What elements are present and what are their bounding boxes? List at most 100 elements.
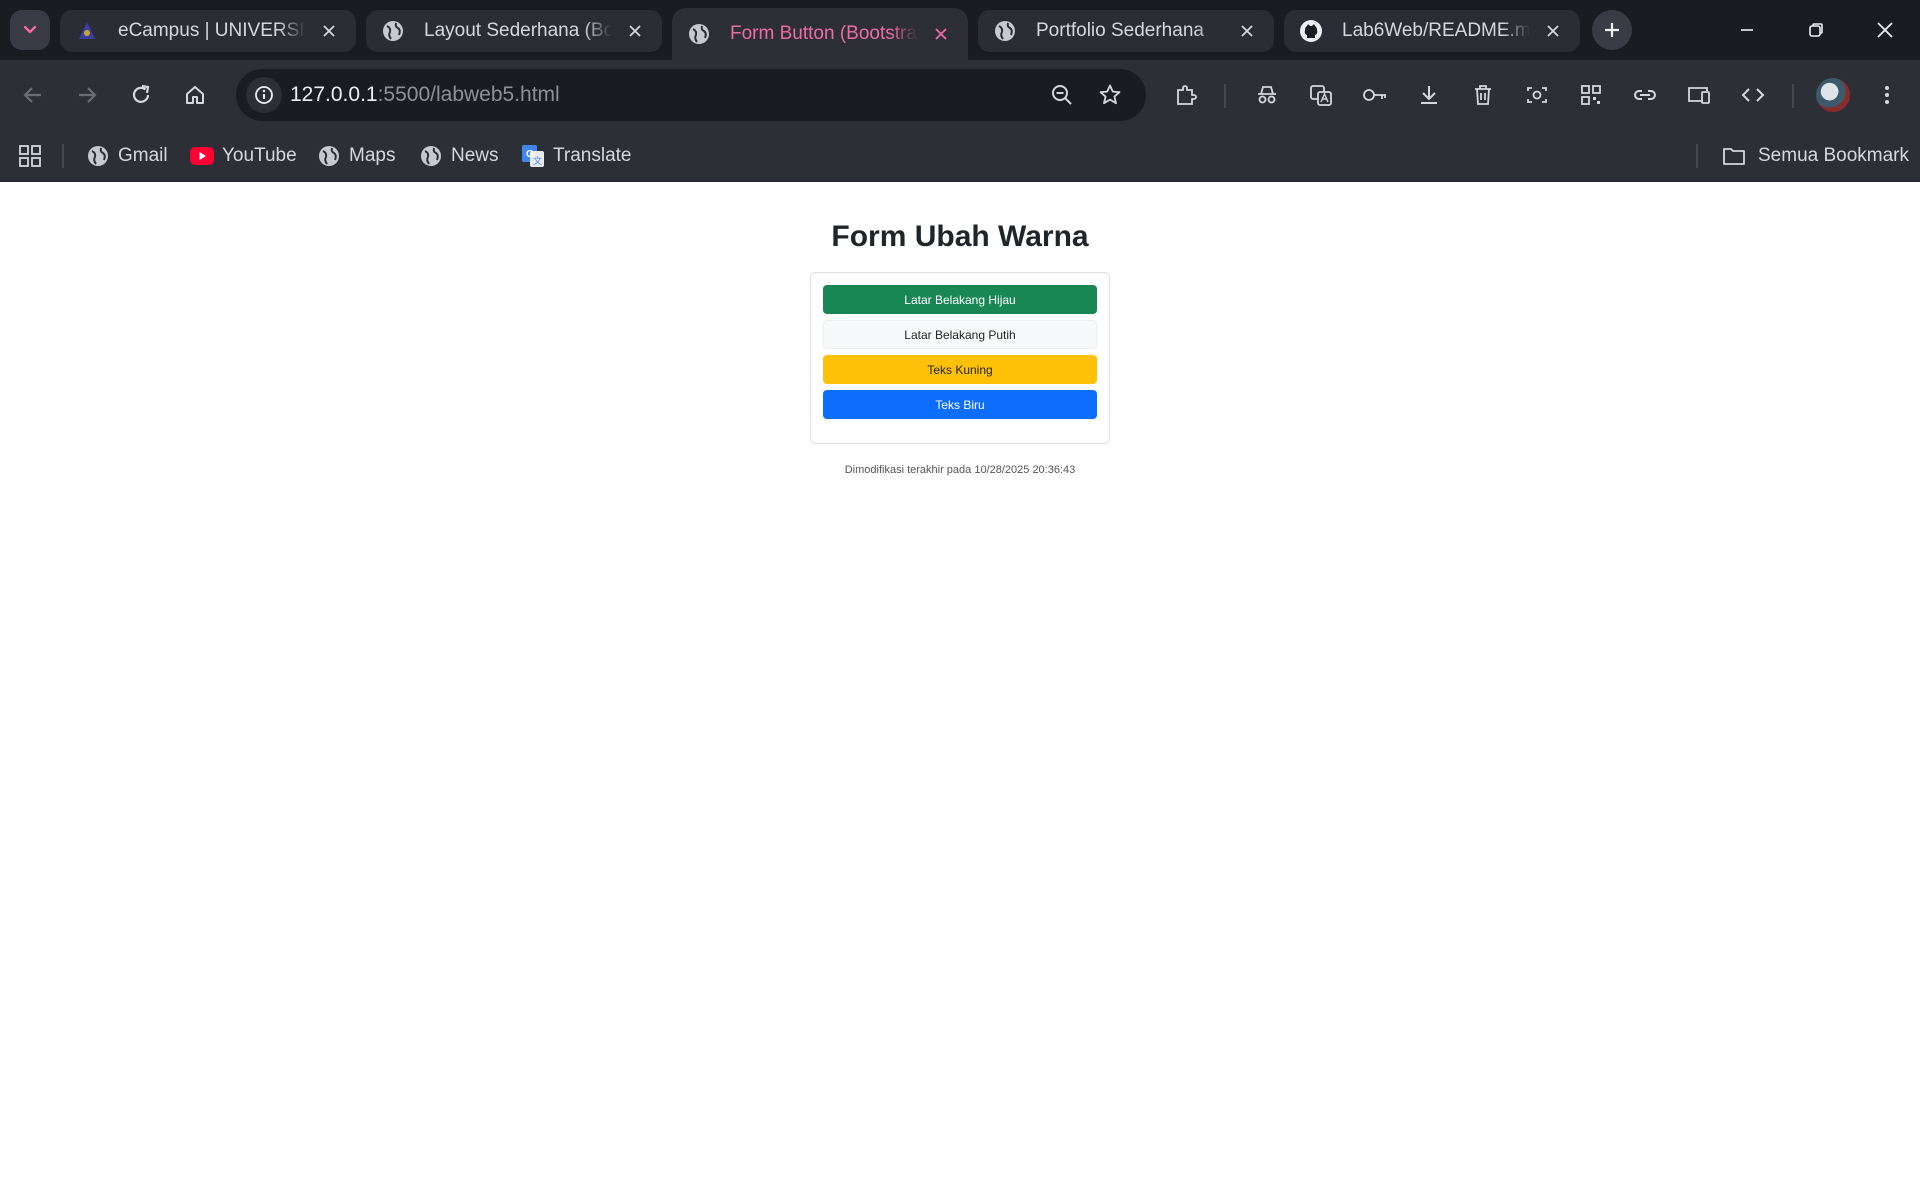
more-vertical-icon [1885,86,1889,104]
globe-icon [419,144,443,168]
globe-icon [992,18,1018,44]
minimize-button[interactable] [1724,10,1770,50]
apps-button[interactable] [18,142,42,170]
tab-form-button[interactable]: Form Button (Bootstrap) [672,8,968,60]
tab-strip: eCampus | UNIVERSITAS PELITA BANGSA Layo… [0,0,1920,60]
download-icon [1421,86,1437,104]
campus-logo-icon [74,18,100,44]
folder-icon [1722,144,1746,168]
translate-icon [1310,85,1332,106]
bookmark-label: Gmail [118,145,168,166]
incognito-icon [1258,86,1276,104]
tab-title: Portfolio Sederhana [1036,20,1204,41]
tab-title: Lab6Web/README.md at main [1342,20,1530,41]
tab-github-readme[interactable]: Lab6Web/README.md at main [1284,10,1580,52]
bookmark-label: Maps [349,145,396,166]
tab-portfolio[interactable]: Portfolio Sederhana [978,10,1274,52]
camera-icon [1527,87,1547,103]
screenshot-button[interactable] [1518,76,1556,114]
page-content: Form Ubah Warna Latar Belakang Hijau Lat… [0,182,1920,1200]
translate-page-button[interactable] [1302,76,1340,114]
tab-search-button[interactable] [10,10,50,50]
bookmark-star-button[interactable] [1094,79,1126,111]
url-text[interactable]: 127.0.0.1:5500/labweb5.html [290,83,560,107]
apps-grid-icon [19,145,41,167]
bookmarks-divider [1696,144,1698,168]
qr-code-icon [1581,85,1601,105]
toolbar: 127.0.0.1:5500/labweb5.html [0,60,1920,130]
menu-button[interactable] [1868,76,1906,114]
zoom-button[interactable] [1046,79,1078,111]
code-icon [1741,88,1765,102]
delete-data-button[interactable] [1464,76,1502,114]
close-icon[interactable] [622,18,648,44]
url-path: :5500/labweb5.html [377,83,560,106]
tab-title: eCampus | UNIVERSITAS PELITA BANGSA [118,20,306,41]
close-window-button[interactable] [1862,10,1908,50]
close-icon[interactable] [316,18,342,44]
last-modified-text: Dimodifikasi terakhir pada 10/28/2025 20… [844,464,1076,476]
globe-icon [686,21,712,47]
yellow-text-button[interactable]: Teks Kuning [823,355,1097,384]
devices-button[interactable] [1680,76,1718,114]
link-icon [1634,90,1656,100]
page-title: Form Ubah Warna [831,220,1089,253]
close-icon[interactable] [1234,18,1260,44]
arrow-left-icon [23,87,41,103]
home-button[interactable] [174,74,216,116]
minimize-icon [1741,29,1753,31]
all-bookmarks-button[interactable]: Semua Bookmark [1722,142,1909,170]
forward-button[interactable] [66,74,108,116]
bookmarks-bar: Gmail YouTube Maps News G文 Translate Sem… [0,130,1920,182]
devices-icon [1688,87,1710,104]
github-icon [1298,18,1324,44]
address-bar[interactable]: 127.0.0.1:5500/labweb5.html [236,69,1146,121]
green-background-button[interactable]: Latar Belakang Hijau [823,285,1097,314]
svg-text:文: 文 [533,155,542,166]
bookmark-label: Translate [553,145,632,166]
profile-avatar[interactable] [1816,78,1850,112]
toolbar-divider [1224,84,1226,108]
new-tab-button[interactable] [1592,10,1632,50]
downloads-button[interactable] [1410,76,1448,114]
site-info-button[interactable] [246,77,282,113]
copy-link-button[interactable] [1626,76,1664,114]
white-background-button[interactable]: Latar Belakang Putih [823,320,1097,349]
bookmarks-divider [62,144,64,168]
reload-icon [132,84,150,103]
tab-ecampus[interactable]: eCampus | UNIVERSITAS PELITA BANGSA [60,10,356,52]
bookmark-news[interactable]: News [419,142,499,170]
globe-icon [86,144,110,168]
browser-chrome: eCampus | UNIVERSITAS PELITA BANGSA Layo… [0,0,1920,182]
youtube-icon [190,144,214,168]
chevron-down-icon [23,25,37,34]
star-icon [1099,84,1121,105]
bookmark-gmail[interactable]: Gmail [86,142,168,170]
trash-icon [1475,85,1491,105]
home-icon [186,86,204,104]
zoom-out-icon [1052,85,1072,105]
passwords-button[interactable] [1356,76,1394,114]
back-button[interactable] [12,74,54,116]
globe-icon [317,144,341,168]
bookmark-maps[interactable]: Maps [317,142,395,170]
blue-text-button[interactable]: Teks Biru [823,390,1097,419]
bookmark-label: News [451,145,499,166]
incognito-button[interactable] [1248,76,1286,114]
qr-code-button[interactable] [1572,76,1610,114]
devtools-button[interactable] [1734,76,1772,114]
restore-button[interactable] [1793,10,1839,50]
translate-icon: G文 [521,144,545,168]
button-card: Latar Belakang Hijau Latar Belakang Puti… [810,272,1110,444]
restore-icon [1809,23,1823,37]
reload-button[interactable] [120,74,162,116]
close-icon [1877,22,1893,38]
close-icon[interactable] [1540,18,1566,44]
bookmark-label: YouTube [222,145,297,166]
arrow-right-icon [79,87,97,103]
bookmark-youtube[interactable]: YouTube [190,142,297,170]
close-icon[interactable] [928,21,954,47]
bookmark-translate[interactable]: G文 Translate [521,142,632,170]
extensions-button[interactable] [1167,76,1205,114]
tab-layout-sederhana[interactable]: Layout Sederhana (Bootstrap) [366,10,662,52]
